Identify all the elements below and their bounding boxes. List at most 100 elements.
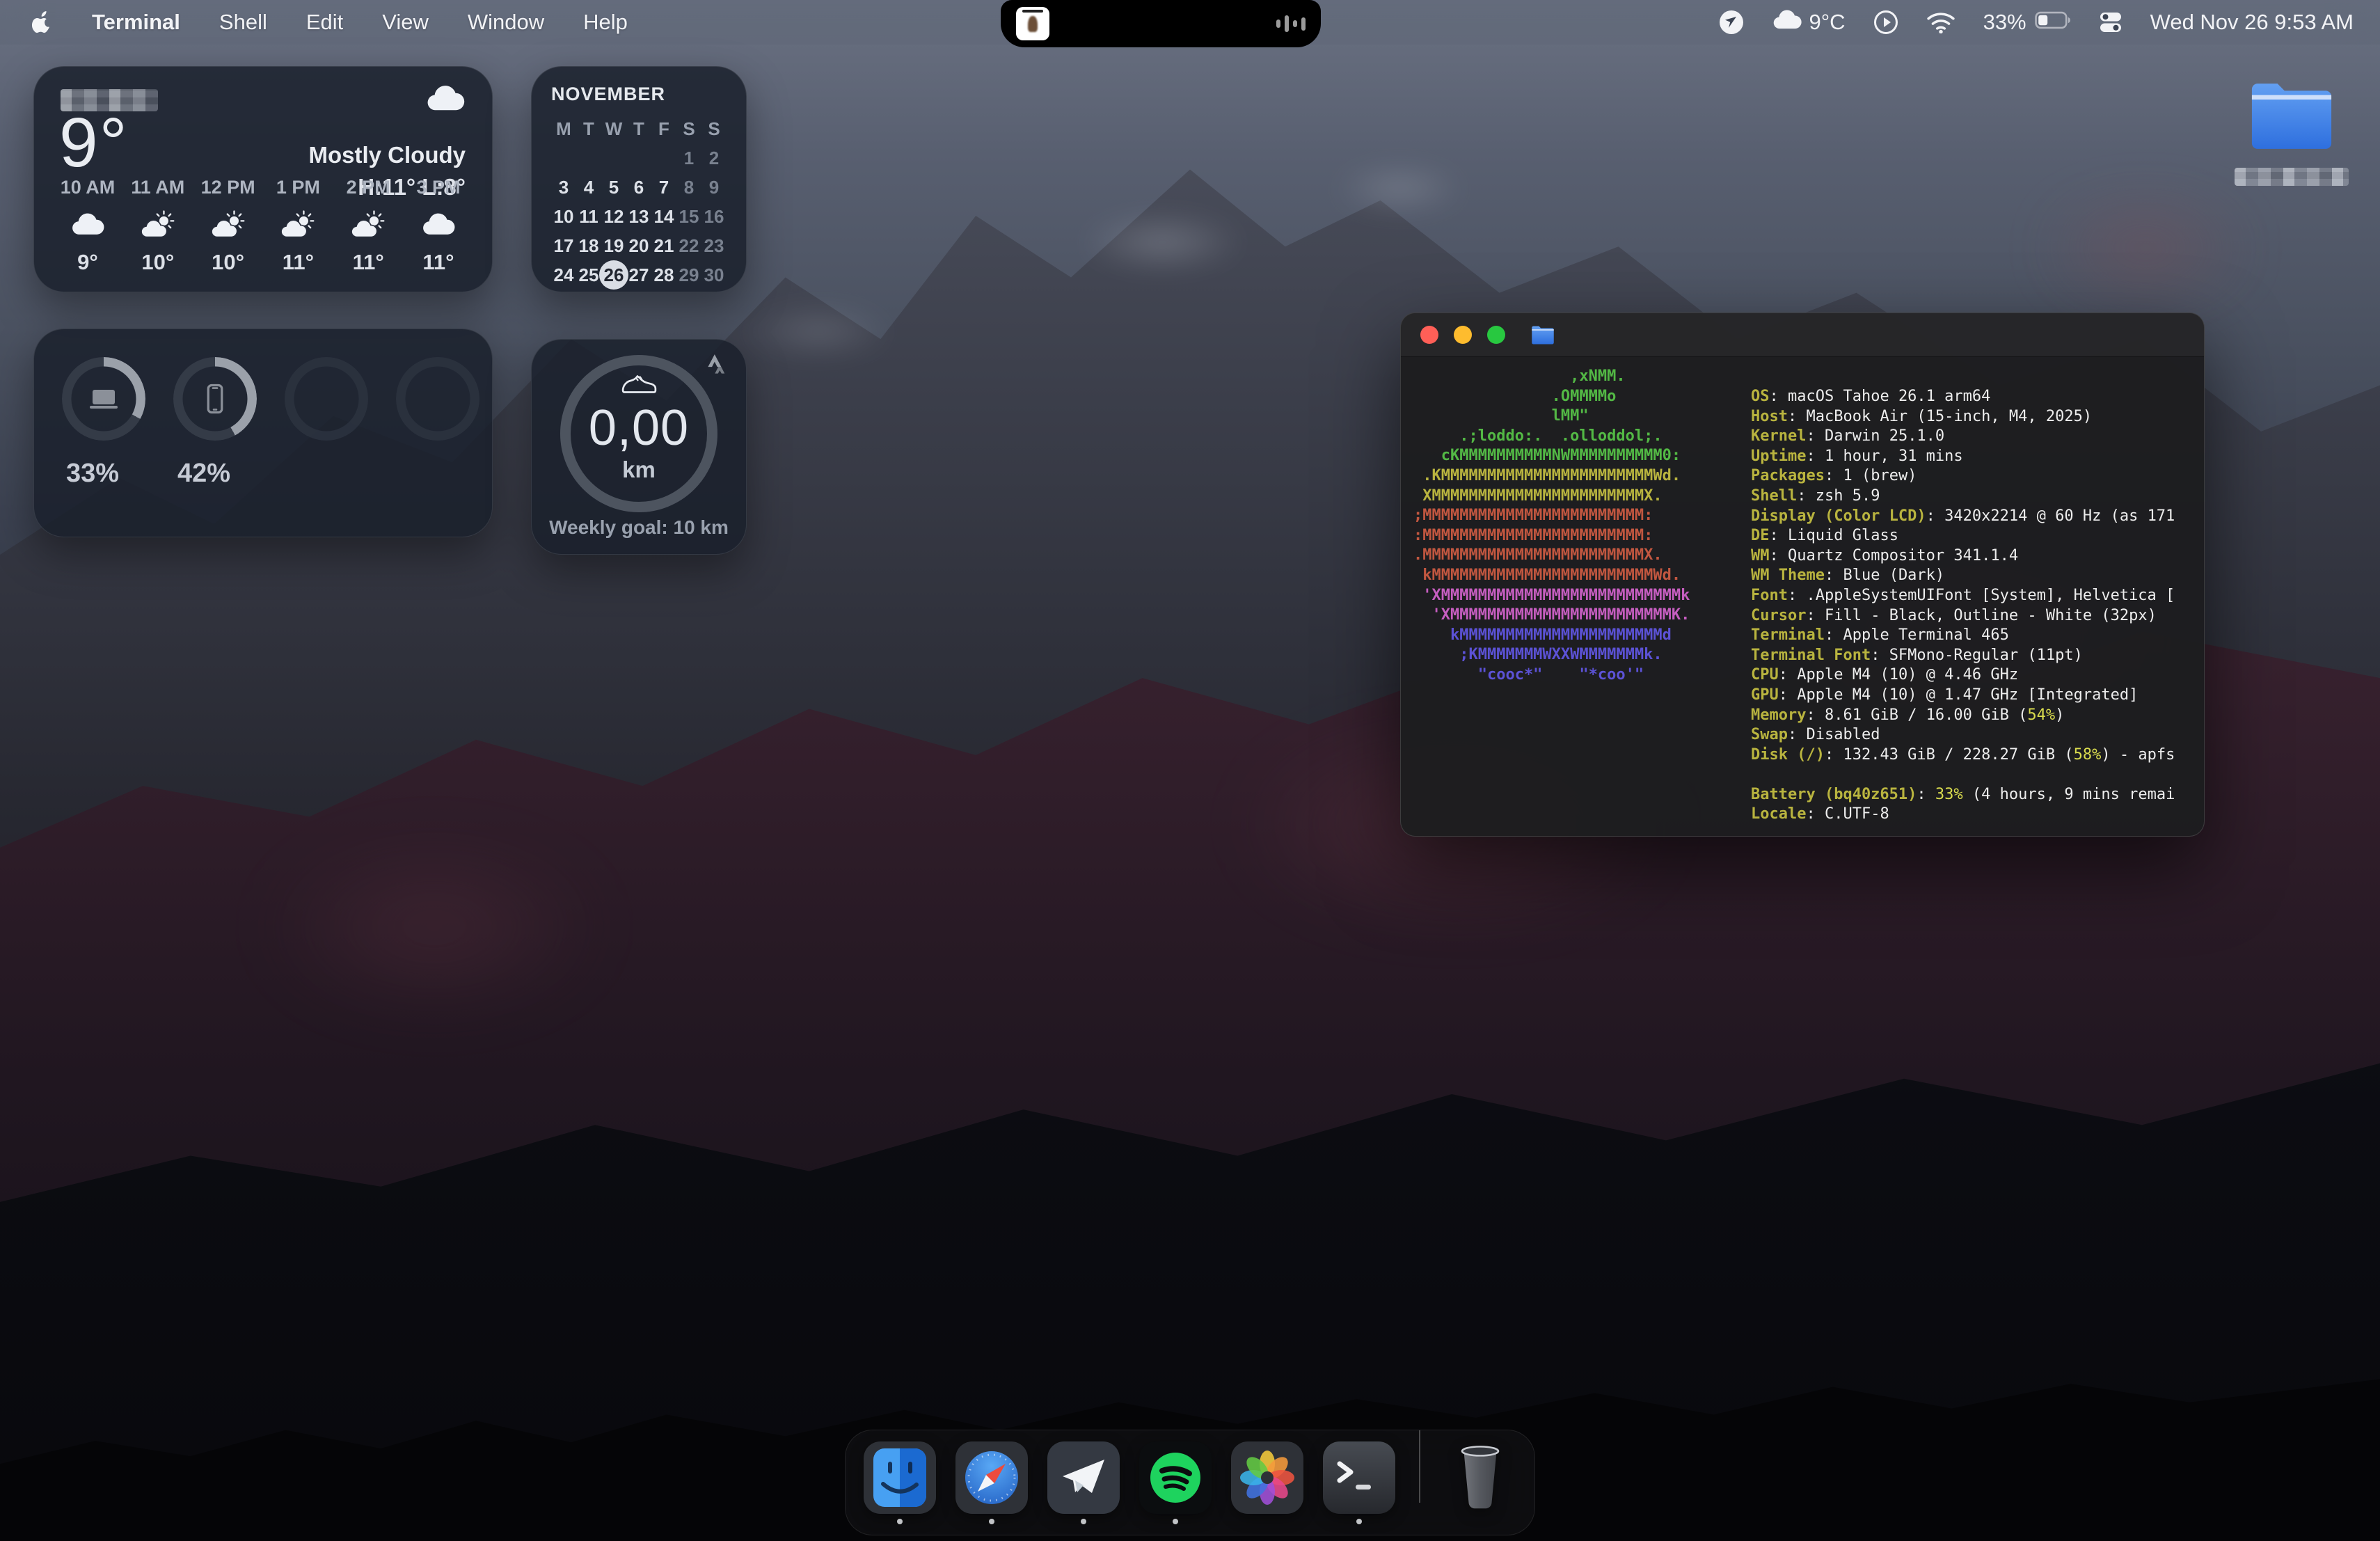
calendar-day[interactable]: 12 bbox=[601, 203, 626, 230]
calendar-day[interactable]: 23 bbox=[701, 232, 727, 260]
hour-time: 3 PM bbox=[416, 177, 460, 198]
folder-name-redacted bbox=[2235, 168, 2349, 186]
calendar-day[interactable]: 26 bbox=[601, 261, 626, 289]
calendar-day[interactable]: 3 bbox=[551, 173, 576, 201]
menu-item-view[interactable]: View bbox=[382, 10, 429, 35]
ascii-line: XMMMMMMMMMMMMMMMMMMMMMMMX. bbox=[1413, 487, 1690, 507]
terminal-titlebar[interactable] bbox=[1401, 313, 2204, 357]
calendar-day[interactable]: 17 bbox=[551, 232, 576, 260]
now-playing-island[interactable] bbox=[1001, 0, 1321, 47]
info-line: WM: Quartz Compositor 341.1.4 bbox=[1751, 546, 2204, 567]
spotify-app-icon bbox=[1139, 1441, 1212, 1514]
dock-item-terminal[interactable] bbox=[1323, 1441, 1395, 1524]
calendar-day[interactable]: 8 bbox=[676, 173, 701, 201]
dock-item-trash[interactable] bbox=[1444, 1441, 1516, 1524]
calendar-day[interactable]: 25 bbox=[576, 261, 601, 289]
distance-unit: km bbox=[622, 457, 656, 483]
calendar-day[interactable]: 28 bbox=[651, 261, 676, 289]
zoom-button[interactable] bbox=[1487, 326, 1505, 344]
calendar-day[interactable]: 2 bbox=[701, 144, 727, 172]
calendar-day[interactable]: 7 bbox=[651, 173, 676, 201]
weather-status[interactable]: 9°C bbox=[1772, 8, 1846, 36]
calendar-day[interactable]: 9 bbox=[701, 173, 727, 201]
battery-status[interactable]: 33% bbox=[1983, 10, 2071, 35]
control-center-icon[interactable] bbox=[2099, 10, 2123, 34]
wifi-icon[interactable] bbox=[1926, 11, 1955, 33]
dock-item-spotify[interactable] bbox=[1139, 1441, 1212, 1524]
calendar-day[interactable]: 11 bbox=[576, 203, 601, 230]
battery-device-percent: 42% bbox=[177, 459, 257, 489]
dock-item-finder[interactable] bbox=[864, 1441, 936, 1524]
ascii-line: .OMMMMo bbox=[1413, 387, 1690, 407]
info-line: OS: macOS Tahoe 26.1 arm64 bbox=[1751, 387, 2204, 407]
cloud-icon bbox=[425, 84, 466, 116]
ascii-line: ;MMMMMMMMMMMMMMMMMMMMMMMM: bbox=[1413, 506, 1690, 526]
calendar-day[interactable]: 5 bbox=[601, 173, 626, 201]
calendar-day-empty bbox=[651, 144, 676, 172]
calendar-day[interactable]: 6 bbox=[626, 173, 651, 201]
hour-time: 1 PM bbox=[276, 177, 320, 198]
close-button[interactable] bbox=[1420, 326, 1438, 344]
album-art bbox=[1016, 7, 1049, 40]
blue-folder-icon[interactable] bbox=[2246, 78, 2338, 155]
audio-waveform-icon bbox=[1276, 14, 1306, 33]
minimize-button[interactable] bbox=[1454, 326, 1472, 344]
fitness-widget[interactable]: 0,00 km Weekly goal: 10 km bbox=[531, 339, 747, 555]
ascii-line: ,xNMM. bbox=[1413, 367, 1690, 387]
calendar-day[interactable]: 19 bbox=[601, 232, 626, 260]
weather-condition: Mostly Cloudy bbox=[308, 142, 466, 168]
dock-item-telegram[interactable] bbox=[1047, 1441, 1120, 1524]
finder-app-icon bbox=[864, 1441, 936, 1514]
cloud-icon bbox=[1772, 8, 1802, 36]
menu-item-edit[interactable]: Edit bbox=[306, 10, 343, 35]
ascii-line: .MMMMMMMMMMMMMMMMMMMMMMMMX. bbox=[1413, 546, 1690, 566]
calendar-day[interactable]: 27 bbox=[626, 261, 651, 289]
menu-item-window[interactable]: Window bbox=[468, 10, 544, 35]
safari-app-icon bbox=[955, 1441, 1028, 1514]
ascii-line: 'XMMMMMMMMMMMMMMMMMMMMMMMMK. bbox=[1413, 606, 1690, 626]
dock-item-photos[interactable] bbox=[1231, 1441, 1303, 1524]
hour-temp: 10° bbox=[141, 250, 174, 275]
dock-item-safari[interactable] bbox=[955, 1441, 1028, 1524]
folder-proxy-icon[interactable] bbox=[1530, 324, 1555, 345]
calendar-day[interactable]: 13 bbox=[626, 203, 651, 230]
apple-menu-icon[interactable] bbox=[32, 10, 53, 35]
ascii-line: "cooc*" "*coo'" bbox=[1413, 665, 1690, 686]
dock bbox=[845, 1430, 1535, 1535]
calendar-day[interactable]: 29 bbox=[676, 261, 701, 289]
menu-item-shell[interactable]: Shell bbox=[219, 10, 267, 35]
cloud-icon bbox=[421, 207, 456, 242]
terminal-window[interactable]: ,xNMM. .OMMMMo lMM" .;loddo:. .olloddol;… bbox=[1400, 313, 2205, 837]
snow-patch bbox=[714, 293, 923, 370]
menu-item-help[interactable]: Help bbox=[583, 10, 628, 35]
calendar-day[interactable]: 10 bbox=[551, 203, 576, 230]
info-line: DE: Liquid Glass bbox=[1751, 526, 2204, 546]
calendar-day-empty bbox=[551, 144, 576, 172]
calendar-day[interactable]: 21 bbox=[651, 232, 676, 260]
calendar-day[interactable]: 15 bbox=[676, 203, 701, 230]
calendar-day[interactable]: 30 bbox=[701, 261, 727, 289]
now-playing-icon[interactable] bbox=[1873, 10, 1898, 35]
calendar-day[interactable]: 24 bbox=[551, 261, 576, 289]
ascii-apple-logo: ,xNMM. .OMMMMo lMM" .;loddo:. .olloddol;… bbox=[1413, 367, 1690, 686]
calendar-day[interactable]: 4 bbox=[576, 173, 601, 201]
weather-widget[interactable]: 9° Mostly Cloudy H:11° L:8° 10 AM9°11 AM… bbox=[33, 66, 493, 292]
battery-widget[interactable]: 33% 42% bbox=[33, 329, 493, 537]
menu-item-terminal[interactable]: Terminal bbox=[92, 10, 180, 35]
info-line: WM Theme: Blue (Dark) bbox=[1751, 566, 2204, 586]
calendar-widget[interactable]: NOVEMBER MTWTFSS123456789101112131415161… bbox=[531, 66, 747, 292]
calendar-day[interactable]: 22 bbox=[676, 232, 701, 260]
desktop-folder[interactable] bbox=[2239, 78, 2344, 186]
battery-device: 33% bbox=[62, 357, 145, 489]
running-shoe-icon bbox=[620, 370, 658, 399]
menu-clock[interactable]: Wed Nov 26 9:53 AM bbox=[2150, 10, 2354, 35]
sun-cloud-icon bbox=[350, 207, 386, 242]
calendar-day[interactable]: 18 bbox=[576, 232, 601, 260]
ascii-line: kMMMMMMMMMMMMMMMMMMMMMMd bbox=[1413, 626, 1690, 646]
calendar-day[interactable]: 16 bbox=[701, 203, 727, 230]
calendar-day[interactable]: 14 bbox=[651, 203, 676, 230]
location-icon[interactable] bbox=[1719, 10, 1744, 35]
calendar-day[interactable]: 20 bbox=[626, 232, 651, 260]
sun-cloud-icon bbox=[210, 207, 246, 242]
calendar-day[interactable]: 1 bbox=[676, 144, 701, 172]
